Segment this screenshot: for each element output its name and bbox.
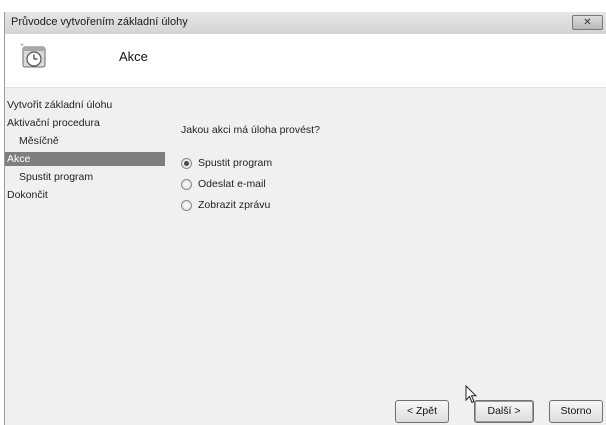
radio-button[interactable]: [181, 200, 192, 211]
task-clock-icon: [20, 43, 46, 68]
wizard-window: Průvodce vytvořením základní úlohy ✕ Akc…: [4, 12, 606, 425]
header-divider: [5, 87, 606, 88]
window-title: Průvodce vytvořením základní úlohy: [11, 16, 188, 28]
action-question: Jakou akci má úloha provést?: [181, 124, 320, 136]
sidebar-item-trigger: Aktivační procedura: [7, 117, 100, 129]
sidebar-item-monthly: Měsíčně: [19, 135, 59, 147]
wizard-header: Akce: [5, 34, 606, 87]
sidebar-item-finish: Dokončit: [7, 189, 48, 201]
radio-label[interactable]: Spustit program: [198, 157, 272, 169]
back-button[interactable]: < Zpět: [395, 400, 449, 423]
cancel-button[interactable]: Storno: [549, 400, 603, 423]
page-title: Akce: [119, 49, 148, 64]
title-bar: Průvodce vytvořením základní úlohy ✕: [5, 12, 606, 34]
close-button[interactable]: ✕: [572, 15, 603, 30]
next-button[interactable]: Další >: [474, 400, 534, 423]
radio-label[interactable]: Odeslat e-mail: [198, 178, 266, 190]
radio-button-checked[interactable]: [181, 158, 192, 169]
sidebar-item-start-program: Spustit program: [19, 171, 94, 183]
sidebar-item-create-task: Vytvořit základní úlohu: [7, 99, 113, 111]
radio-label[interactable]: Zobrazit zprávu: [198, 199, 270, 211]
sidebar-item-action: Akce: [5, 152, 165, 166]
radio-button[interactable]: [181, 179, 192, 190]
close-icon: ✕: [583, 17, 592, 28]
